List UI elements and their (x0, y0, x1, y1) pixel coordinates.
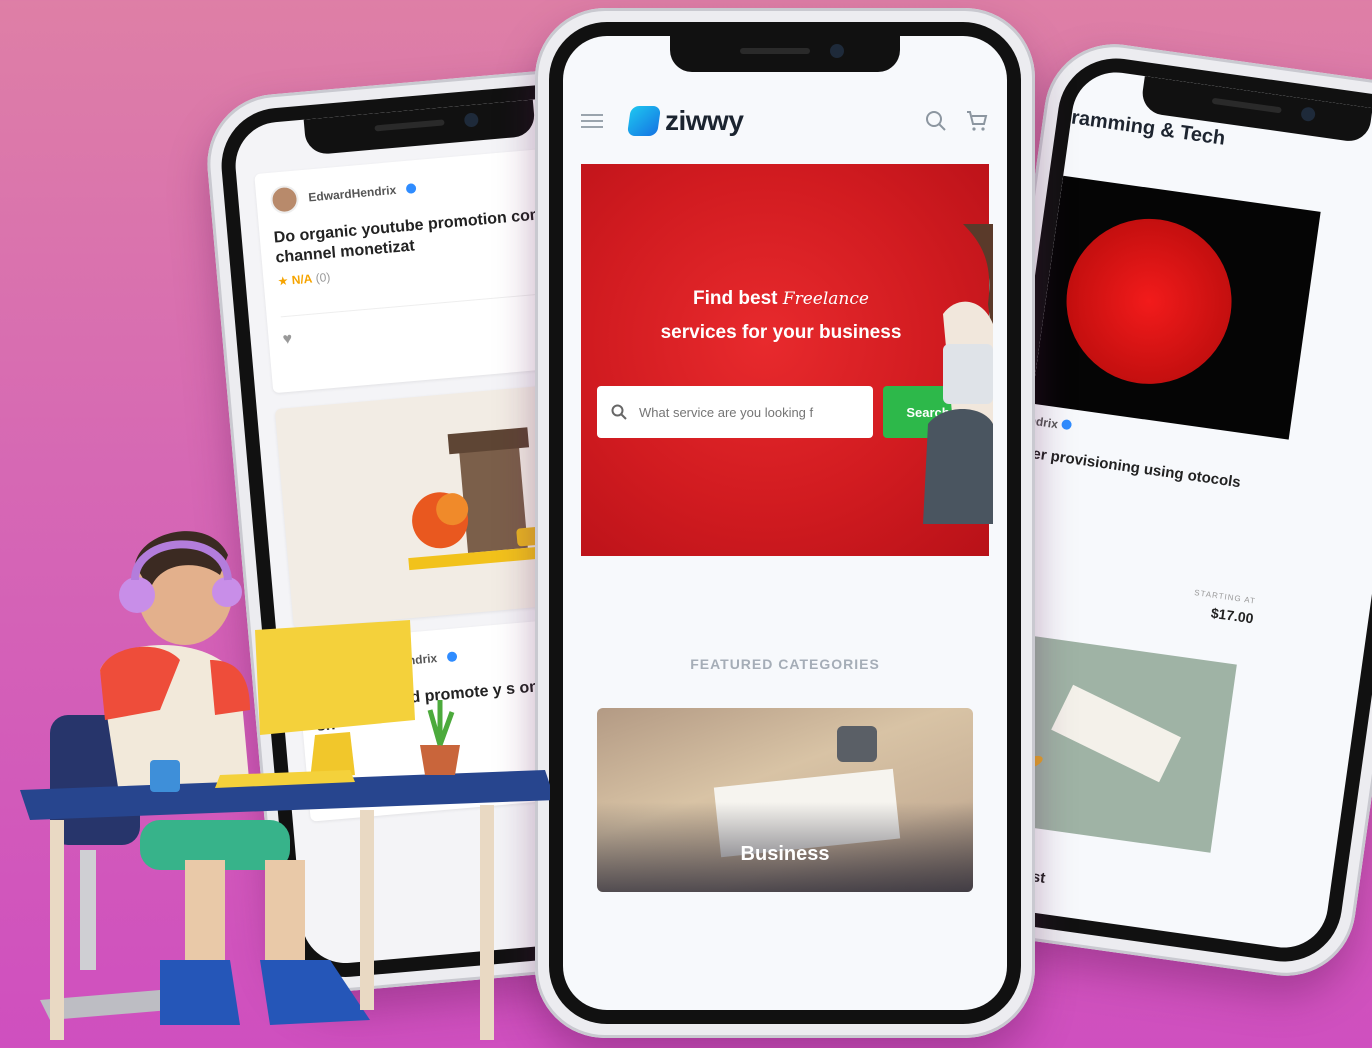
category-label: Business (740, 843, 830, 865)
center-phone-mockup: ziwwy Find best Freelance services for y… (535, 8, 1035, 1038)
brand-logo[interactable]: ziwwy (626, 105, 744, 137)
brand-name: ziwwy (665, 105, 744, 136)
hero-title: Find best Freelance services for your bu… (660, 288, 902, 343)
search-field[interactable] (597, 386, 873, 438)
author-name[interactable]: EdwardHendrix (308, 183, 397, 205)
phone-notch (670, 36, 900, 72)
search-icon[interactable] (925, 110, 947, 132)
hamburger-menu-icon[interactable] (581, 114, 603, 128)
star-icon: ★ (277, 273, 290, 289)
service-image[interactable] (1031, 175, 1321, 440)
verified-icon (405, 183, 417, 194)
search-icon (611, 404, 627, 420)
search-input[interactable] (637, 403, 851, 421)
cart-icon[interactable] (965, 109, 989, 133)
hero-person-illustration (923, 224, 993, 524)
card-title[interactable]: ser provisioning using otocols (1023, 443, 1273, 498)
hero-script-word: Freelance (782, 289, 869, 309)
featured-categories-heading: FEATURED CATEGORIES (690, 656, 880, 672)
hero-banner: Find best Freelance services for your bu… (581, 164, 993, 556)
center-phone-screen: ziwwy Find best Freelance services for y… (563, 36, 1007, 1010)
avatar (269, 184, 300, 215)
logo-mark (626, 106, 662, 136)
rating-count: (0) (315, 269, 331, 286)
verified-icon (1060, 418, 1072, 431)
category-card-business[interactable]: Business (597, 708, 973, 892)
heart-icon[interactable]: ♥ (282, 330, 293, 348)
coffee-cup (837, 726, 877, 762)
app-bar: ziwwy (563, 86, 1007, 156)
red-moon-illustration (1055, 208, 1243, 395)
freelancer-illustration (20, 531, 550, 1040)
rating-value: N/A (291, 271, 313, 288)
